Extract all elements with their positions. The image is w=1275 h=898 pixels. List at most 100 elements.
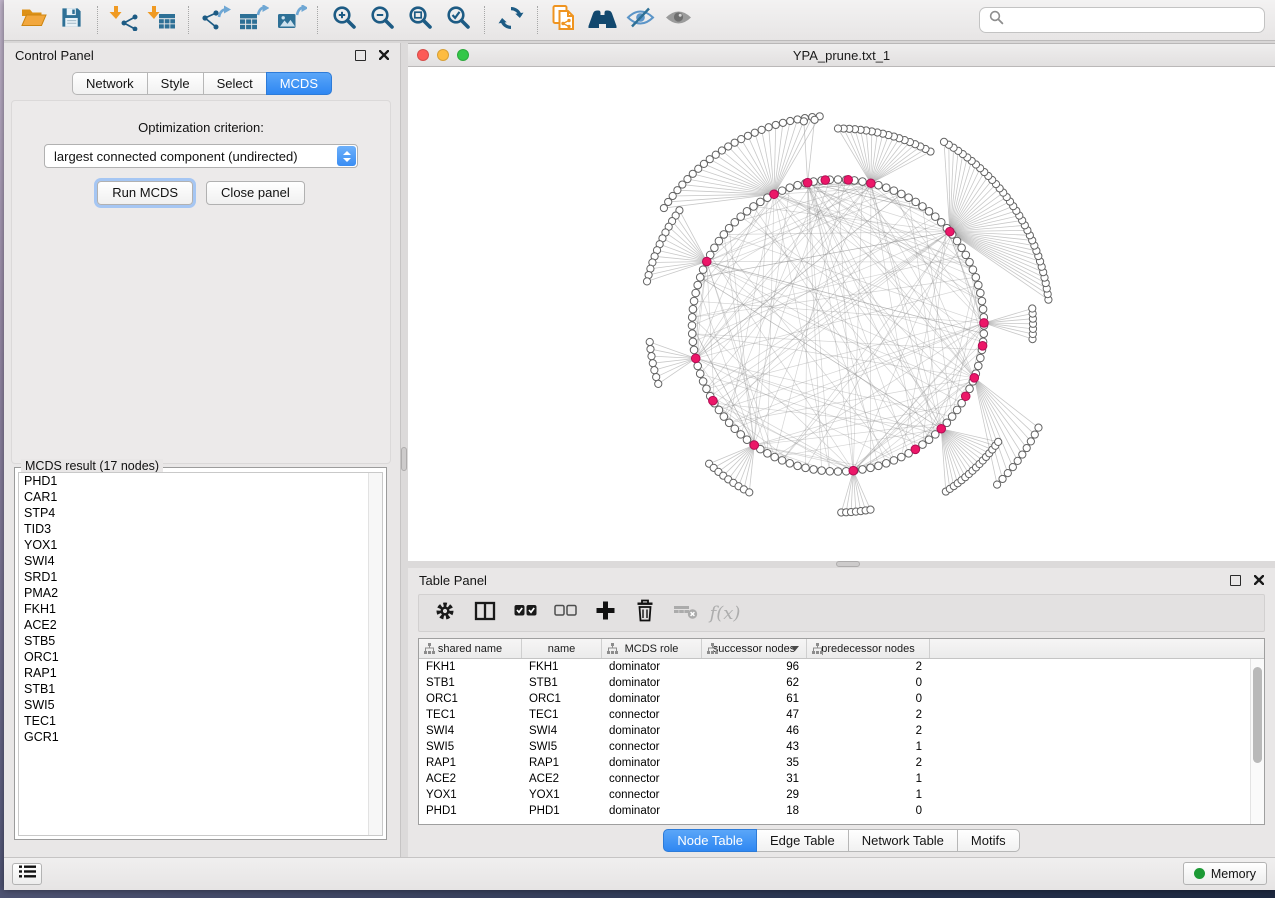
table-row[interactable]: RAP1RAP1dominator352 — [419, 755, 1264, 771]
cell-MCDS-role: connector — [602, 789, 702, 801]
criterion-dropdown[interactable]: largest connected component (undirected) — [44, 144, 358, 168]
table-settings-button[interactable] — [425, 597, 465, 629]
search-input[interactable] — [1011, 12, 1255, 29]
table-row[interactable]: STB1STB1dominator620 — [419, 675, 1264, 691]
close-panel-icon[interactable] — [1254, 573, 1264, 588]
export-table-button[interactable] — [234, 3, 272, 37]
control-panel: Control Panel NetworkStyleSelectMCDS Opt… — [4, 43, 401, 858]
column-header-predecessor-nodes[interactable]: predecessor nodes — [807, 639, 930, 658]
float-panel-icon[interactable] — [355, 50, 366, 61]
import-network-button[interactable] — [105, 3, 143, 37]
export-network-button[interactable] — [196, 3, 234, 37]
close-panel-icon[interactable] — [379, 48, 389, 63]
toggle-panel-button[interactable] — [12, 863, 42, 885]
delete-table-button — [665, 597, 705, 629]
control-panel-title: Control Panel — [15, 48, 94, 63]
run-mcds-button[interactable]: Run MCDS — [97, 181, 193, 205]
save-session-button[interactable] — [52, 3, 90, 37]
close-panel-button[interactable]: Close panel — [206, 181, 305, 205]
unchecked-boxes-icon — [554, 604, 577, 622]
tab-style[interactable]: Style — [147, 72, 204, 95]
mcds-result-item[interactable]: FKH1 — [19, 601, 382, 617]
cell-MCDS-role: connector — [602, 741, 702, 753]
zoom-out-button[interactable] — [363, 3, 401, 37]
show-all-button[interactable] — [659, 3, 697, 37]
table-row[interactable]: SWI4SWI4dominator462 — [419, 723, 1264, 739]
cell-name: ORC1 — [522, 693, 602, 705]
mcds-result-item[interactable]: YOX1 — [19, 537, 382, 553]
mcds-result-item[interactable]: TEC1 — [19, 713, 382, 729]
create-column-button[interactable] — [585, 597, 625, 629]
list-icon — [19, 865, 36, 883]
table-row[interactable]: FKH1FKH1dominator962 — [419, 659, 1264, 675]
refresh-view-button[interactable] — [492, 3, 530, 37]
vertical-splitter[interactable] — [401, 43, 408, 858]
cell-shared-name: FKH1 — [419, 661, 522, 673]
cell-MCDS-role: dominator — [602, 725, 702, 737]
mcds-result-item[interactable]: ORC1 — [19, 649, 382, 665]
column-label: MCDS role — [625, 643, 679, 655]
mcds-result-scrollbar[interactable] — [368, 473, 382, 835]
hide-selected-button[interactable] — [621, 3, 659, 37]
tab-mcds[interactable]: MCDS — [266, 72, 332, 95]
tab-select[interactable]: Select — [203, 72, 267, 95]
gear-icon — [434, 600, 456, 627]
zoom-fit-button[interactable] — [401, 3, 439, 37]
mcds-result-item[interactable]: STB1 — [19, 681, 382, 697]
select-all-columns-button[interactable] — [505, 597, 545, 629]
hierarchy-icon — [812, 643, 823, 654]
import-table-button[interactable] — [143, 3, 181, 37]
splitter-handle[interactable] — [401, 447, 407, 471]
close-window-icon[interactable] — [417, 49, 429, 61]
mcds-result-item[interactable]: CAR1 — [19, 489, 382, 505]
mcds-result-item[interactable]: RAP1 — [19, 665, 382, 681]
mcds-result-item[interactable]: PHD1 — [19, 473, 382, 489]
delete-column-button[interactable] — [625, 597, 665, 629]
splitter-handle[interactable] — [836, 561, 860, 567]
mcds-result-item[interactable]: STB5 — [19, 633, 382, 649]
mcds-result-item[interactable]: ACE2 — [19, 617, 382, 633]
table-row[interactable]: PHD1PHD1dominator180 — [419, 803, 1264, 819]
export-image-button[interactable] — [272, 3, 310, 37]
mcds-result-item[interactable]: PMA2 — [19, 585, 382, 601]
maximize-window-icon[interactable] — [457, 49, 469, 61]
table-row[interactable]: YOX1YOX1connector291 — [419, 787, 1264, 803]
zoom-in-button[interactable] — [325, 3, 363, 37]
mcds-result-item[interactable]: TID3 — [19, 521, 382, 537]
table-scrollbar-thumb[interactable] — [1253, 667, 1262, 763]
table-row[interactable]: ACE2ACE2connector311 — [419, 771, 1264, 787]
search-box[interactable] — [979, 7, 1265, 33]
table-scrollbar[interactable] — [1250, 659, 1264, 824]
open-file-button[interactable] — [14, 3, 52, 37]
tab-node-table[interactable]: Node Table — [663, 829, 757, 852]
table-row[interactable]: TEC1TEC1connector472 — [419, 707, 1264, 723]
network-graph[interactable] — [408, 67, 1275, 562]
unselect-all-columns-button[interactable] — [545, 597, 585, 629]
network-canvas[interactable] — [408, 67, 1275, 562]
column-header-successor-nodes[interactable]: successor nodes — [702, 639, 807, 658]
tab-motifs[interactable]: Motifs — [957, 829, 1020, 852]
tab-network-table[interactable]: Network Table — [848, 829, 958, 852]
overview-button[interactable] — [583, 3, 621, 37]
memory-button[interactable]: Memory — [1183, 862, 1267, 885]
zoom-selected-button[interactable] — [439, 3, 477, 37]
mcds-panel: Optimization criterion: largest connecte… — [11, 100, 391, 464]
table-row[interactable]: SWI5SWI5connector431 — [419, 739, 1264, 755]
tab-network[interactable]: Network — [72, 72, 148, 95]
tab-edge-table[interactable]: Edge Table — [756, 829, 849, 852]
column-header-MCDS-role[interactable]: MCDS role — [602, 639, 702, 658]
table-row[interactable]: ORC1ORC1dominator610 — [419, 691, 1264, 707]
minimize-window-icon[interactable] — [437, 49, 449, 61]
mcds-result-item[interactable]: STP4 — [19, 505, 382, 521]
copy-network-button[interactable] — [545, 3, 583, 37]
mcds-result-item[interactable]: SWI5 — [19, 697, 382, 713]
horizontal-splitter[interactable] — [408, 561, 1275, 568]
mcds-result-item[interactable]: GCR1 — [19, 729, 382, 745]
mcds-result-item[interactable]: SRD1 — [19, 569, 382, 585]
column-header-name[interactable]: name — [522, 639, 602, 658]
column-header-shared-name[interactable]: shared name — [419, 639, 522, 658]
network-title: YPA_prune.txt_1 — [408, 48, 1275, 63]
float-panel-icon[interactable] — [1230, 575, 1241, 586]
mcds-result-item[interactable]: SWI4 — [19, 553, 382, 569]
show-columns-button[interactable] — [465, 597, 505, 629]
